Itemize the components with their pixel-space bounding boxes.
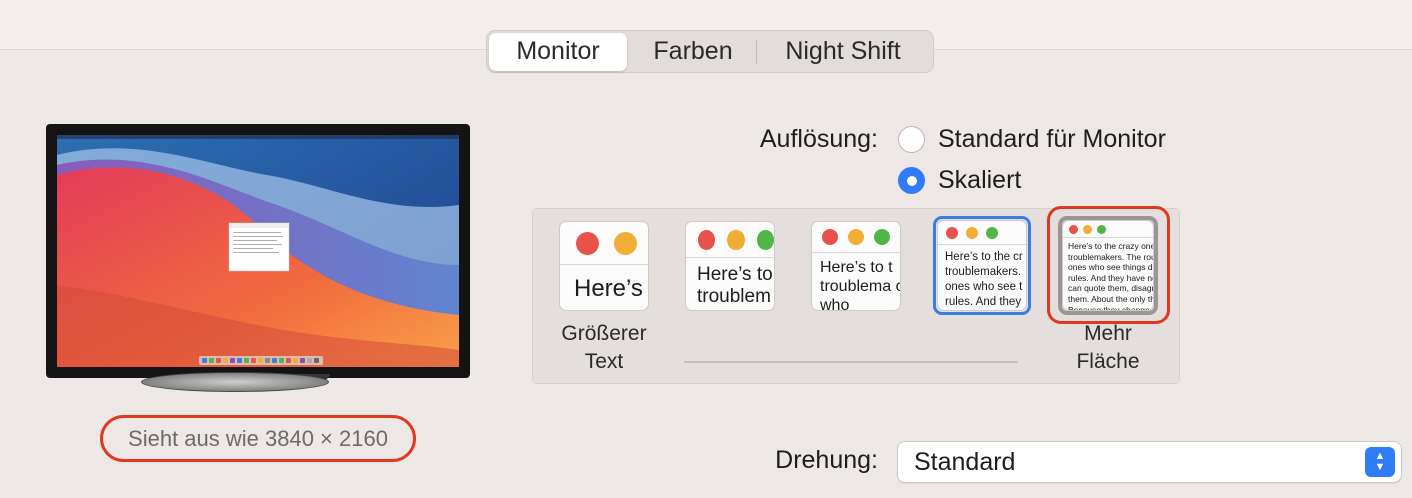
- scale-option-2[interactable]: Here’s to troublem: [685, 221, 775, 311]
- chevron-up-down-icon[interactable]: ▲ ▼: [1365, 447, 1395, 477]
- scale-sample-text: Here’s to t troublema ones who: [820, 259, 900, 311]
- caption-larger-text: Größerer Text: [548, 320, 660, 376]
- scale-sample-text: Here’s: [574, 275, 643, 302]
- looks-like-resolution: Sieht aus wie 3840 × 2160: [100, 415, 416, 462]
- caption-more-space-line1: Mehr: [1084, 322, 1132, 345]
- window-controls-icon: [686, 222, 774, 258]
- caption-more-space: Mehr Fläche: [1058, 320, 1158, 376]
- tab-bar: Monitor Farben Night Shift: [486, 30, 934, 73]
- scale-option-3[interactable]: Here’s to t troublema ones who: [811, 221, 901, 311]
- window-controls-icon: [812, 222, 900, 253]
- scale-sample-text: Here’s to troublem: [697, 264, 773, 307]
- window-controls-icon: [560, 222, 648, 265]
- tab-monitor[interactable]: Monitor: [489, 32, 627, 71]
- scale-range-line: [684, 361, 1018, 363]
- tab-colors[interactable]: Farben: [630, 33, 756, 71]
- window-controls-icon: [1063, 221, 1153, 238]
- rotation-select[interactable]: Standard ▲ ▼: [897, 441, 1402, 483]
- display-preview: [46, 124, 470, 390]
- resolution-label: Auflösung:: [759, 125, 878, 153]
- radio-button-checked[interactable]: [898, 167, 925, 194]
- rotation-label: Drehung:: [775, 446, 878, 474]
- rotation-value: Standard: [914, 447, 1016, 476]
- radio-scaled[interactable]: Skaliert: [898, 166, 1021, 195]
- monitor-screen: [57, 135, 459, 367]
- scale-option-more-space[interactable]: Here’s to the crazy ones troublemakers. …: [1062, 220, 1154, 311]
- monitor-stand-base: [141, 372, 329, 392]
- caption-more-space-line2: Fläche: [1076, 350, 1140, 373]
- scale-option-larger-text[interactable]: Here’s: [559, 221, 649, 311]
- radio-default-for-display[interactable]: Standard für Monitor: [898, 125, 1166, 154]
- radio-button-unchecked[interactable]: [898, 126, 925, 153]
- radio-default-label: Standard für Monitor: [938, 125, 1166, 153]
- scale-sample-text: Here’s to the cr troublemakers. ones who…: [945, 251, 1023, 308]
- caption-larger-text-line2: Text: [584, 350, 624, 373]
- scale-option-4-selected[interactable]: Here’s to the cr troublemakers. ones who…: [937, 220, 1027, 311]
- caption-larger-text-line1: Größerer: [561, 322, 647, 345]
- radio-scaled-label: Skaliert: [938, 166, 1022, 194]
- tab-night-shift[interactable]: Night Shift: [757, 33, 929, 71]
- window-controls-icon: [938, 221, 1026, 245]
- desktop-wallpaper: [57, 135, 459, 367]
- scale-sample-text: Here’s to the crazy ones troublemakers. …: [1068, 241, 1154, 311]
